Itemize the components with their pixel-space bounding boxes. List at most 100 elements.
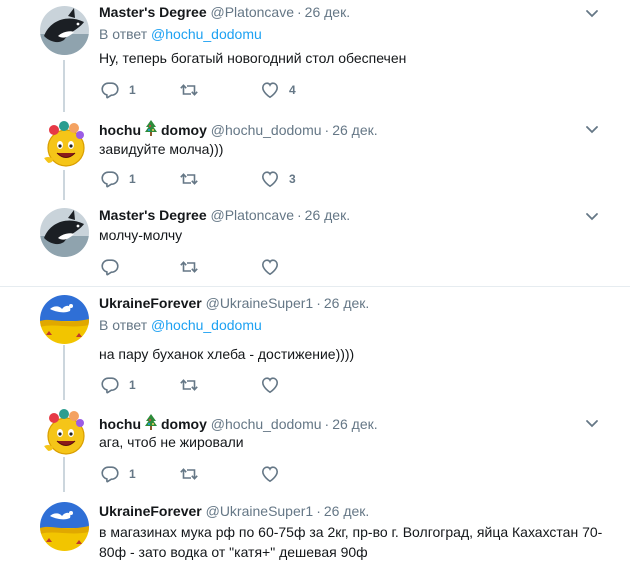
reply-context: В ответ @hochu_dodomu (99, 316, 262, 334)
tweet-text: Ну, теперь богатый новогодний стол обесп… (99, 50, 407, 66)
display-name[interactable]: UkraineForever (99, 295, 202, 311)
heart-icon (260, 464, 280, 484)
username[interactable]: @hochu_dodomu (211, 122, 322, 138)
avatar[interactable] (40, 502, 89, 551)
reply-button[interactable]: 1 (100, 169, 136, 189)
reply-icon (100, 80, 120, 100)
like-button[interactable] (260, 464, 280, 484)
tweet-text: в магазинах мука рф по 60-75ф за 2кг, пр… (99, 522, 604, 562)
reply-count: 1 (129, 378, 136, 392)
reply-count: 1 (129, 83, 136, 97)
reply-context: В ответ @hochu_dodomu (99, 25, 262, 43)
display-name-part[interactable]: domoy (161, 122, 207, 138)
username[interactable]: @Platoncave (211, 4, 294, 20)
heart-icon (260, 169, 280, 189)
tweet-text-line: в магазинах мука рф по 60-75ф за 2кг, пр… (99, 524, 603, 540)
timestamp[interactable]: 26 дек. (305, 207, 350, 223)
separator: · (296, 4, 302, 20)
separator: · (316, 295, 321, 311)
like-count: 4 (289, 83, 296, 97)
tweet-text: молчу-молчу (99, 227, 183, 243)
christmas-tree-icon (144, 119, 158, 137)
avatar[interactable] (40, 120, 89, 169)
tweet[interactable]: hochu domoy @hochu_dodomu · 26 дек. завидуй… (0, 112, 630, 200)
avatar[interactable] (40, 408, 89, 457)
timestamp[interactable]: 26 дек. (305, 4, 350, 20)
heart-icon (260, 257, 280, 277)
tweet[interactable]: Master's Degree @Platoncave · 26 дек. В от… (0, 0, 630, 112)
timestamp[interactable]: 26 дек. (332, 122, 377, 138)
tweet-text-line: 80ф - зато водка от "катя+" дешевая 90ф (99, 544, 368, 560)
ukraine-avatar-icon (40, 502, 89, 551)
avatar[interactable] (40, 208, 89, 257)
tweet[interactable]: UkraineForever @UkraineSuper1 · 26 дек. В … (0, 287, 630, 400)
tweet[interactable]: UkraineForever @UkraineSuper1 · 26 дек. в … (0, 492, 630, 564)
retweet-icon (179, 464, 199, 484)
timestamp[interactable]: 26 дек. (332, 416, 377, 432)
retweet-icon (179, 375, 199, 395)
separator: · (324, 122, 330, 138)
reply-icon (100, 375, 120, 395)
username[interactable]: @Platoncave (211, 207, 294, 223)
reply-prefix: В ответ (99, 317, 148, 333)
like-button[interactable]: 3 (260, 169, 296, 189)
chevron-down-icon[interactable] (584, 415, 600, 431)
retweet-icon (179, 169, 199, 189)
display-name-part[interactable]: hochu (99, 416, 141, 432)
reply-button[interactable]: 1 (100, 375, 136, 395)
tweet-text: на пару буханок хлеба - достижение)))) (99, 346, 355, 362)
reply-icon (100, 464, 120, 484)
christmas-tree-icon (144, 413, 158, 431)
tweet[interactable]: Master's Degree @Platoncave · 26 дек. молч… (0, 200, 630, 285)
retweet-button[interactable] (179, 375, 199, 395)
display-name-part[interactable]: domoy (161, 416, 207, 432)
retweet-button[interactable] (179, 464, 199, 484)
reply-button[interactable] (100, 257, 120, 277)
tweet-text: завидуйте молча))) (99, 141, 224, 157)
timestamp[interactable]: 26 дек. (324, 295, 369, 311)
mention-link[interactable]: @hochu_dodomu (151, 317, 262, 333)
retweet-icon (179, 257, 199, 277)
heart-icon (260, 375, 280, 395)
reply-button[interactable]: 1 (100, 80, 136, 100)
like-button[interactable]: 4 (260, 80, 296, 100)
reply-icon (100, 257, 120, 277)
reply-button[interactable]: 1 (100, 464, 136, 484)
reply-prefix: В ответ (99, 26, 148, 42)
avatar[interactable] (40, 295, 89, 344)
tweet[interactable]: hochu domoy @hochu_dodomu · 26 дек. ага, чт… (0, 400, 630, 492)
separator: · (296, 207, 302, 223)
ukraine-avatar-icon (40, 295, 89, 344)
display-name-part[interactable]: hochu (99, 122, 141, 138)
chevron-down-icon[interactable] (584, 121, 600, 137)
retweet-icon (179, 80, 199, 100)
smiley-avatar-icon (40, 408, 89, 457)
mention-link[interactable]: @hochu_dodomu (151, 26, 262, 42)
orca-avatar-icon (40, 208, 89, 257)
timestamp[interactable]: 26 дек. (324, 503, 369, 519)
retweet-button[interactable] (179, 80, 199, 100)
reply-count: 1 (129, 467, 136, 481)
like-button[interactable] (260, 257, 280, 277)
retweet-button[interactable] (179, 169, 199, 189)
username[interactable]: @UkraineSuper1 (206, 295, 314, 311)
display-name[interactable]: UkraineForever (99, 503, 202, 519)
retweet-button[interactable] (179, 257, 199, 277)
display-name[interactable]: Master's Degree (99, 4, 207, 20)
reply-icon (100, 169, 120, 189)
chevron-down-icon[interactable] (584, 5, 600, 21)
separator: · (324, 416, 330, 432)
chevron-down-icon[interactable] (584, 208, 600, 224)
like-button[interactable] (260, 375, 280, 395)
separator: · (316, 503, 321, 519)
orca-avatar-icon (40, 6, 89, 55)
tweet-text: ага, чтоб не жировали (99, 434, 244, 450)
username[interactable]: @UkraineSuper1 (206, 503, 314, 519)
heart-icon (260, 80, 280, 100)
display-name[interactable]: Master's Degree (99, 207, 207, 223)
reply-count: 1 (129, 172, 136, 186)
avatar[interactable] (40, 6, 89, 55)
like-count: 3 (289, 172, 296, 186)
smiley-avatar-icon (40, 120, 89, 169)
username[interactable]: @hochu_dodomu (211, 416, 322, 432)
